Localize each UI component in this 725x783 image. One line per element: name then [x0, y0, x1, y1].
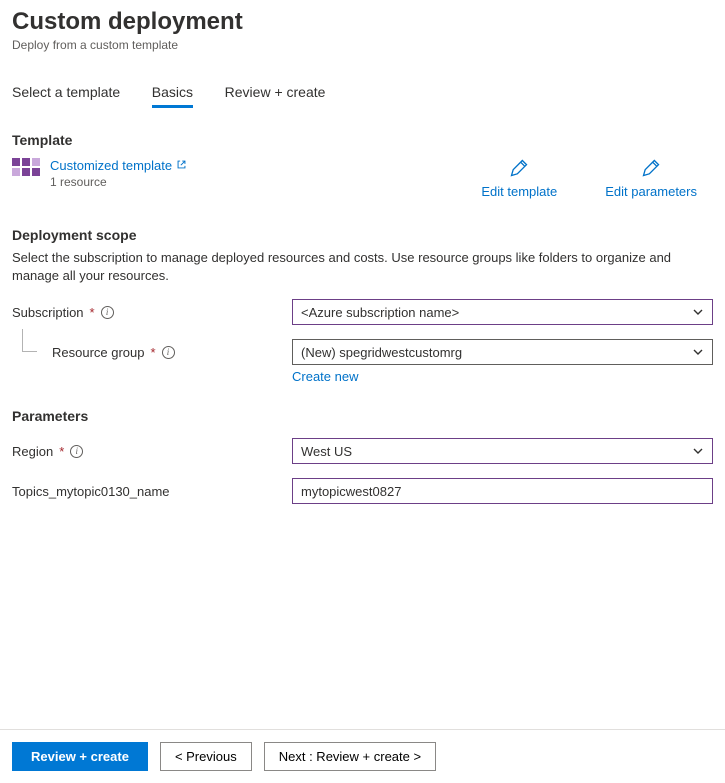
- region-value: West US: [301, 444, 352, 459]
- chevron-down-icon: [692, 346, 704, 358]
- topic-name-input[interactable]: mytopicwest0827: [292, 478, 713, 504]
- topic-name-value: mytopicwest0827: [301, 484, 401, 499]
- previous-button[interactable]: < Previous: [160, 742, 252, 771]
- edit-template-button[interactable]: Edit template: [481, 158, 557, 199]
- edit-template-label: Edit template: [481, 184, 557, 199]
- topic-name-label: Topics_mytopic0130_name: [12, 484, 170, 499]
- info-icon[interactable]: i: [101, 306, 114, 319]
- resource-count: 1 resource: [50, 175, 187, 189]
- edit-parameters-button[interactable]: Edit parameters: [605, 158, 697, 199]
- section-template-heading: Template: [12, 132, 713, 148]
- pencil-icon: [509, 158, 529, 178]
- required-asterisk: *: [59, 444, 64, 459]
- tab-select-template[interactable]: Select a template: [12, 78, 120, 108]
- resource-group-select[interactable]: (New) spegridwestcustomrg: [292, 339, 713, 365]
- info-icon[interactable]: i: [70, 445, 83, 458]
- subscription-label: Subscription: [12, 305, 84, 320]
- region-select[interactable]: West US: [292, 438, 713, 464]
- section-scope-heading: Deployment scope: [12, 227, 713, 243]
- next-button[interactable]: Next : Review + create >: [264, 742, 436, 771]
- section-scope-description: Select the subscription to manage deploy…: [12, 249, 672, 285]
- chevron-down-icon: [692, 445, 704, 457]
- page-title: Custom deployment: [12, 8, 713, 36]
- template-tiles-icon: [12, 158, 40, 182]
- footer: Review + create < Previous Next : Review…: [0, 729, 725, 783]
- resource-group-value: (New) spegridwestcustomrg: [301, 345, 462, 360]
- subscription-value: <Azure subscription name>: [301, 305, 459, 320]
- subscription-select[interactable]: <Azure subscription name>: [292, 299, 713, 325]
- customized-template-link-label: Customized template: [50, 158, 172, 173]
- region-label: Region: [12, 444, 53, 459]
- tab-basics[interactable]: Basics: [152, 78, 193, 108]
- pencil-icon: [641, 158, 661, 178]
- resource-group-label: Resource group: [52, 345, 145, 360]
- info-icon[interactable]: i: [162, 346, 175, 359]
- tab-review-create[interactable]: Review + create: [225, 78, 326, 108]
- required-asterisk: *: [90, 305, 95, 320]
- section-parameters-heading: Parameters: [12, 408, 713, 424]
- chevron-down-icon: [692, 306, 704, 318]
- customized-template-link[interactable]: Customized template: [50, 158, 187, 173]
- review-create-button[interactable]: Review + create: [12, 742, 148, 771]
- required-asterisk: *: [151, 345, 156, 360]
- page-subtitle: Deploy from a custom template: [12, 38, 713, 52]
- create-new-link[interactable]: Create new: [292, 369, 358, 384]
- edit-parameters-label: Edit parameters: [605, 184, 697, 199]
- tabs: Select a template Basics Review + create: [12, 78, 713, 108]
- popout-icon: [176, 158, 187, 173]
